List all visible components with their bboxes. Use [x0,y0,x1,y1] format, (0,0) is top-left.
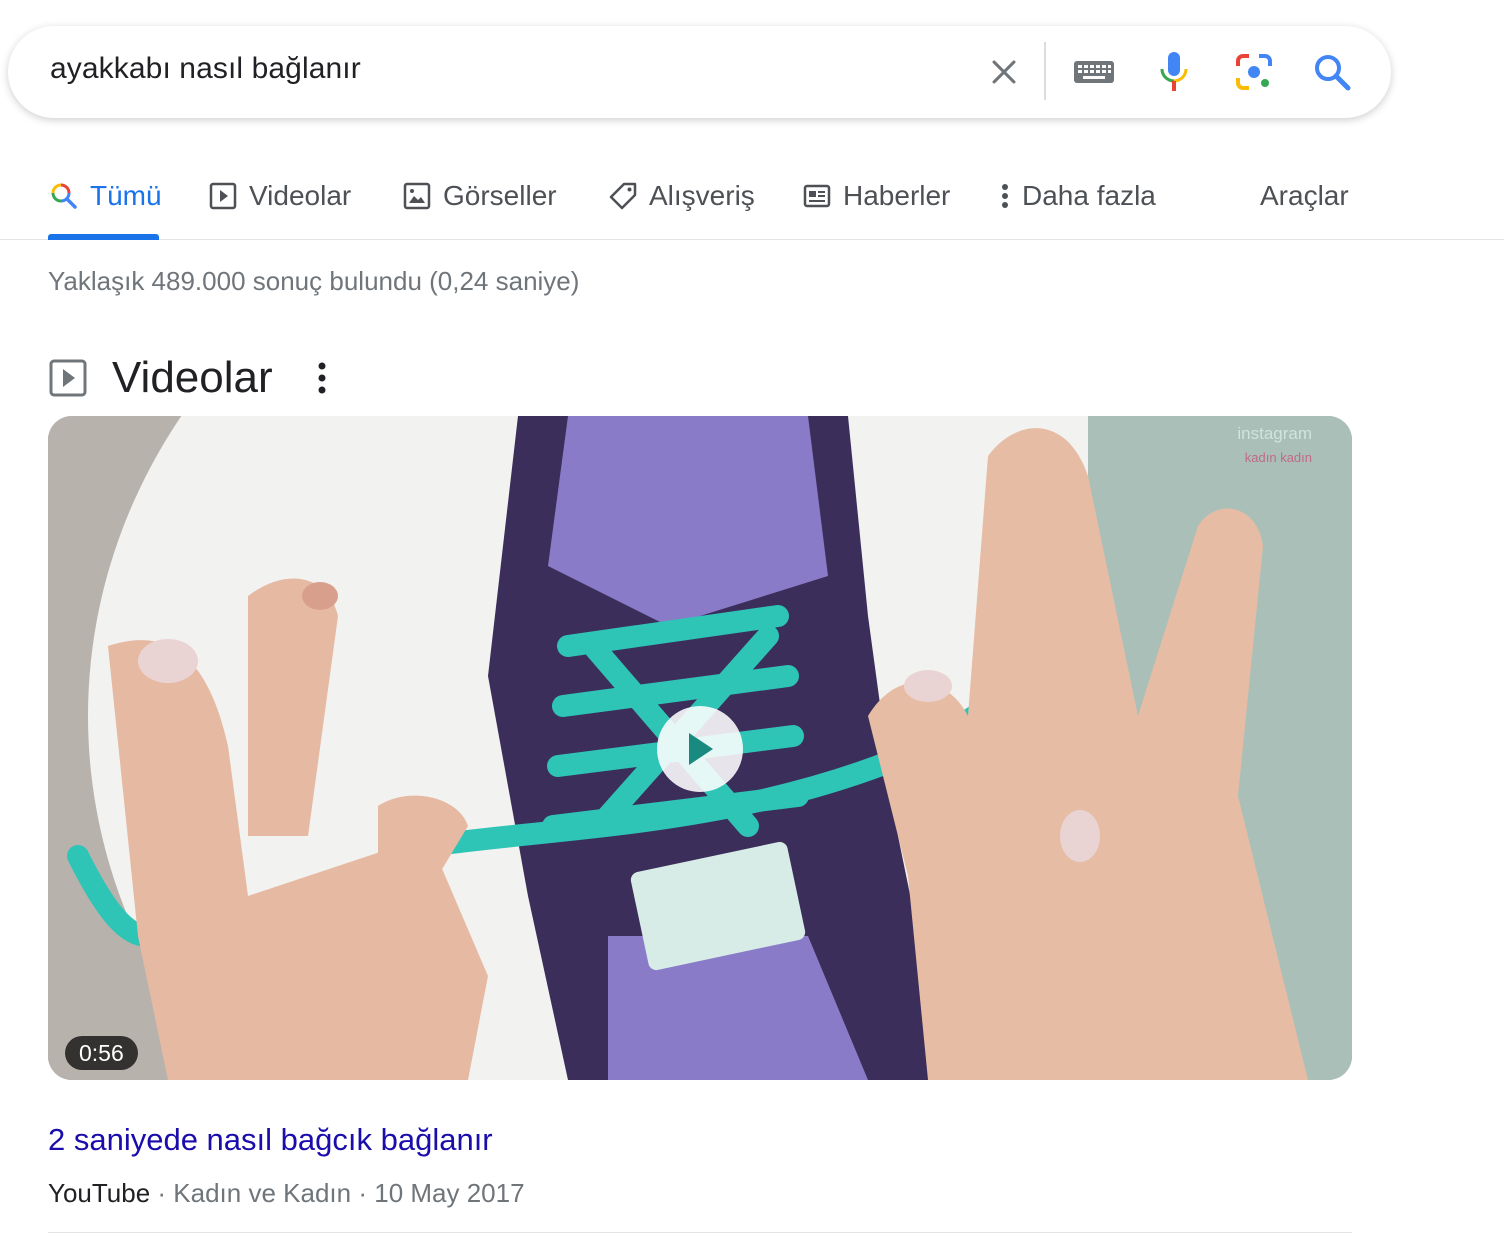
tab-label: Haberler [843,180,951,211]
more-vert-icon[interactable] [310,358,334,398]
tab-label: Görseller [443,180,557,211]
search-input[interactable]: ayakkabı nasıl bağlanır [50,52,361,86]
result-stats: Yaklaşık 489.000 sonuç bulundu (0,24 san… [48,266,580,296]
keyboard-icon[interactable] [1070,48,1118,96]
more-vert-icon [996,180,1014,212]
video-title-link[interactable]: 2 saniyede nasıl bağcık bağlanır [48,1122,493,1158]
tag-icon [607,180,639,212]
active-tab-indicator [48,234,159,240]
tab-all[interactable]: Tümü [48,176,162,216]
clear-icon[interactable] [980,48,1028,96]
tab-label: Videolar [249,180,352,211]
video-meta: YouTube · Kadın ve Kadın · 10 May 2017 [48,1178,525,1209]
tab-label: Alışveriş [649,180,755,211]
search-icon[interactable] [1308,48,1356,96]
video-source: YouTube [48,1178,151,1208]
search-tabs: Tümü Videolar Görseller Alışveriş Haberl… [0,150,1504,240]
lens-camera-icon[interactable] [1230,48,1278,96]
watermark-brand: kadın kadın [1244,450,1312,465]
microphone-icon[interactable] [1150,48,1198,96]
play-button[interactable] [657,706,743,792]
video-date: 10 May 2017 [374,1178,525,1208]
video-channel: Kadın ve Kadın [173,1178,352,1208]
news-icon [801,180,833,212]
image-icon [401,180,433,212]
tab-videos[interactable]: Videolar [207,176,351,216]
videos-section-header: Videolar [48,348,326,408]
tab-label: Daha fazla [1022,180,1156,211]
tools-button[interactable]: Araçlar [1260,176,1349,216]
video-watermark: instagram kadın kadın [1237,422,1312,470]
video-icon [49,359,87,397]
video-duration-badge: 0:56 [65,1036,138,1070]
play-icon [689,733,713,765]
divider [48,1232,1352,1233]
meta-separator: · [157,1178,174,1208]
search-box[interactable]: ayakkabı nasıl bağlanır [8,26,1391,118]
google-search-results-page: ayakkabı nasıl bağlanır Tümü Videolar Gö… [0,0,1504,1236]
tab-images[interactable]: Görseller [401,176,557,216]
section-title: Videolar [112,353,273,402]
tab-more[interactable]: Daha fazla [996,176,1156,216]
tab-shopping[interactable]: Alışveriş [607,176,755,216]
search-divider [1044,42,1046,100]
search-icon [48,180,80,212]
tab-label: Tümü [90,180,162,211]
video-thumbnail[interactable]: instagram kadın kadın [48,416,1352,1080]
video-icon [207,180,239,212]
meta-separator: · [358,1178,375,1208]
tab-news[interactable]: Haberler [801,176,950,216]
watermark-text: instagram [1237,424,1312,443]
